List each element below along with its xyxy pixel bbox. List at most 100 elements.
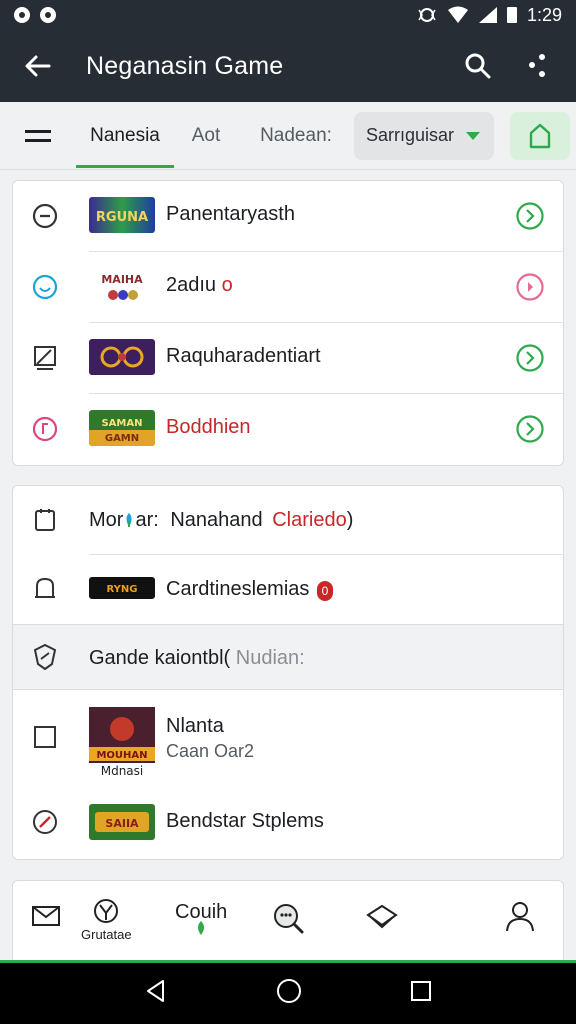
game-title-suffix: o — [221, 274, 233, 296]
notification-icon-2 — [40, 7, 56, 23]
nav-search-chat[interactable] — [271, 901, 305, 935]
game-cover: MOUHAN Mdnasi — [89, 707, 155, 779]
nav-couih[interactable]: Couih — [175, 901, 227, 936]
row-title: Bendstar Stplems — [166, 810, 324, 832]
nav-grutatae-label: Grutatae — [81, 927, 132, 942]
sort-dropdown[interactable]: Sarrıguisar — [354, 111, 494, 160]
system-home-button[interactable] — [275, 977, 303, 1010]
square-recents-icon — [411, 981, 431, 1001]
row-subtitle: Caan Oar2 — [166, 741, 255, 761]
row-title-name: Nanahand — [170, 509, 263, 531]
leaf-icon — [123, 511, 135, 527]
app-bar: Neganasin Game — [0, 30, 576, 102]
game-title: Raquharadentiart — [166, 345, 321, 367]
list-item[interactable]: RGUNA Panentaryasth — [13, 181, 563, 252]
system-back-button[interactable] — [143, 978, 169, 1009]
row-title: Nlanta — [166, 715, 224, 737]
share-dots-icon — [529, 54, 545, 77]
game-thumbnail: MAIHA — [89, 268, 155, 304]
row-title-close: ) — [346, 509, 354, 531]
chevron-right-icon[interactable] — [515, 414, 545, 444]
leaf-icon — [198, 921, 205, 935]
list-item[interactable]: Mor ar: Nanahand Clariedo) — [13, 486, 563, 554]
svg-text:SAIIA: SAIIA — [105, 817, 139, 830]
chevron-right-icon[interactable] — [515, 272, 545, 302]
badge-outline-icon — [27, 639, 63, 675]
status-bar: 1:29 — [0, 0, 576, 30]
minus-circle-icon — [27, 198, 63, 234]
notification-icon — [14, 7, 30, 23]
row-title: Mor ar: Nanahand Clariedo) — [89, 509, 353, 532]
system-nav-bar — [0, 963, 576, 1024]
svg-text:RGUNA: RGUNA — [96, 210, 148, 225]
game-title: Panentaryasth — [166, 203, 295, 225]
list-item[interactable]: RYNG Cardtineslemias 0 — [13, 555, 563, 623]
svg-text:SAMAN: SAMAN — [101, 418, 142, 429]
row-title-highlight: Clariedo — [272, 509, 347, 531]
tab-nanesia[interactable]: Nanesia — [76, 102, 174, 170]
bell-icon — [27, 571, 63, 607]
game-title-text: 2adıu — [166, 274, 217, 296]
list-item[interactable]: SAMAN GAMN Boddhien — [13, 394, 563, 465]
home-button[interactable] — [510, 111, 570, 160]
nav-profile[interactable] — [503, 899, 537, 933]
mail-icon — [32, 906, 60, 926]
menu-button[interactable] — [0, 102, 76, 170]
game-list-card: RGUNA Panentaryasth MAIHA 2adıu o Raquha… — [12, 180, 564, 466]
list-item[interactable]: SAIIA Bendstar Stplems — [13, 786, 563, 858]
game-title: 2adıu o — [166, 274, 233, 297]
chevron-right-icon[interactable] — [515, 343, 545, 373]
tab-aot[interactable]: Aot — [178, 102, 234, 170]
svg-text:MAIHA: MAIHA — [101, 273, 143, 286]
list-item[interactable]: MOUHAN Mdnasi Nlanta Caan Oar2 — [13, 691, 563, 786]
more-button[interactable] — [508, 30, 568, 102]
signal-icon — [478, 7, 497, 23]
section-header[interactable]: Gande kaiontbl( Nudian: — [13, 624, 563, 690]
check-circle-icon — [27, 804, 63, 840]
game-title: Boddhien — [166, 416, 251, 438]
tab-nadean[interactable]: Nadean: — [250, 102, 342, 170]
menu-line — [25, 129, 51, 133]
system-recents-button[interactable] — [409, 979, 433, 1008]
game-thumbnail: RYNG — [89, 577, 155, 599]
section-hint: Nudian: — [235, 647, 305, 669]
game-thumbnail: SAMAN GAMN — [89, 410, 155, 446]
badge: 0 — [316, 581, 333, 601]
chevron-down-icon — [466, 131, 480, 140]
game-thumbnail: RGUNA — [89, 197, 155, 233]
chat-search-icon — [274, 904, 304, 934]
tablet-icon — [27, 502, 63, 538]
search-icon — [465, 53, 491, 79]
search-button[interactable] — [448, 30, 508, 102]
nav-grutatae[interactable]: Grutatae — [81, 897, 132, 942]
details-card: Mor ar: Nanahand Clariedo) RYNG Cardtines… — [12, 485, 564, 860]
svg-text:RYNG: RYNG — [107, 584, 138, 595]
vibrate-icon — [418, 8, 436, 22]
back-button[interactable] — [0, 30, 76, 102]
row-title: Cardtineslemias 0 — [166, 578, 333, 601]
row-title-middle: ar: — [135, 509, 159, 531]
game-thumbnail — [89, 339, 155, 375]
section-title: Gande kaiontbl( Nudian: — [89, 647, 305, 670]
pink-circle-icon — [27, 411, 63, 447]
nav-mail[interactable] — [31, 903, 61, 931]
chat-icon — [366, 904, 398, 929]
svg-text:Mdnasi: Mdnasi — [101, 764, 144, 778]
list-item[interactable]: MAIHA 2adıu o — [13, 252, 563, 323]
list-item[interactable]: Raquharadentiart — [13, 323, 563, 394]
chevron-right-icon[interactable] — [515, 201, 545, 231]
status-time: 1:29 — [526, 4, 562, 25]
nav-chat[interactable] — [365, 903, 399, 931]
tab-bar: Nanesia Aot Nadean: Sarrıguisar — [0, 102, 576, 170]
menu-line — [25, 138, 51, 142]
row-title-prefix: Mor — [89, 509, 124, 531]
person-icon — [506, 902, 534, 932]
shield-icon — [94, 899, 119, 923]
section-title-text: Gande kaiontbl( — [89, 647, 231, 669]
circle-home-icon — [277, 979, 301, 1003]
game-thumbnail: SAIIA — [89, 804, 155, 840]
bottom-nav: Grutatae Couih — [12, 880, 564, 962]
row-title-text: Cardtineslemias — [166, 578, 310, 600]
checkbox-icon[interactable] — [27, 719, 63, 755]
app-title: Neganasin Game — [86, 51, 284, 80]
